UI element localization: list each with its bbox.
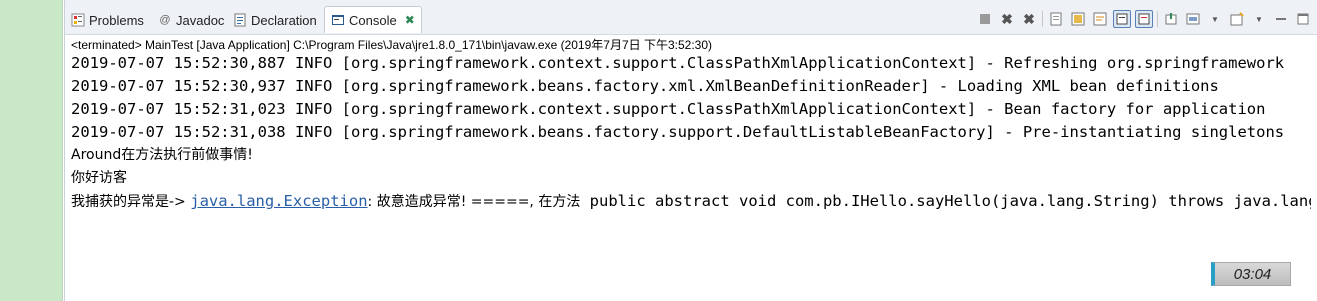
- exception-prefix: 我捕获的异常是->: [71, 194, 191, 210]
- console-output[interactable]: 2019-07-07 15:52:30,887 INFO [org.spring…: [71, 52, 1311, 213]
- console-line: 2019-07-07 15:52:30,887 INFO [org.spring…: [71, 54, 1285, 72]
- scroll-lock-icon[interactable]: [1069, 10, 1087, 28]
- pin-console-icon[interactable]: [1162, 10, 1180, 28]
- display-selected-console-icon[interactable]: [1184, 10, 1202, 28]
- chevron-down-icon[interactable]: ▼: [1206, 10, 1224, 28]
- tab-declaration[interactable]: Declaration: [233, 9, 317, 31]
- word-wrap-icon[interactable]: [1091, 10, 1109, 28]
- tab-problems[interactable]: Problems: [71, 9, 144, 31]
- remove-launch-icon[interactable]: ✖: [998, 10, 1016, 28]
- console-line: Around在方法执行前做事情!: [71, 147, 253, 163]
- view-tab-bar: Problems @ Javadoc Declaration Console ✖…: [65, 0, 1317, 35]
- console-line: 2019-07-07 15:52:31,038 INFO [org.spring…: [71, 123, 1285, 141]
- console-toolbar: ✖ ✖ ▼ ▼: [976, 9, 1312, 29]
- minimize-icon[interactable]: [1272, 10, 1290, 28]
- left-strip: [0, 0, 63, 301]
- tab-javadoc[interactable]: @ Javadoc: [158, 9, 224, 31]
- close-icon[interactable]: ✖: [405, 13, 415, 27]
- console-line: 你好访客: [71, 170, 127, 186]
- process-status-label: <terminated> MainTest [Java Application]…: [71, 38, 712, 52]
- problems-icon: [71, 13, 85, 27]
- show-on-stdout-icon[interactable]: [1113, 10, 1131, 28]
- tab-label: Console: [349, 12, 397, 28]
- tab-label: Javadoc: [176, 12, 225, 28]
- clock-overlay: 03:04: [1211, 262, 1291, 286]
- exception-message: : 故意造成异常! =====, 在方法: [367, 194, 581, 210]
- chevron-down-icon[interactable]: ▼: [1250, 10, 1268, 28]
- declaration-icon: [233, 13, 247, 27]
- tab-label: Declaration: [251, 12, 317, 28]
- exception-link[interactable]: java.lang.Exception: [190, 192, 367, 210]
- clear-console-icon[interactable]: [1047, 10, 1065, 28]
- javadoc-icon: @: [159, 14, 171, 26]
- maximize-icon[interactable]: [1294, 10, 1312, 28]
- tab-console[interactable]: Console ✖: [324, 6, 422, 33]
- show-on-stderr-icon[interactable]: [1135, 10, 1153, 28]
- tab-label: Problems: [89, 12, 144, 28]
- console-icon: [331, 13, 345, 27]
- exception-line: 我捕获的异常是-> java.lang.Exception: 故意造成异常! =…: [71, 190, 1311, 213]
- console-panel: Problems @ Javadoc Declaration Console ✖…: [64, 0, 1317, 301]
- console-line: 2019-07-07 15:52:30,937 INFO [org.spring…: [71, 77, 1219, 95]
- remove-all-terminated-icon[interactable]: ✖: [1020, 10, 1038, 28]
- exception-method: public abstract void com.pb.IHello.sayHe…: [589, 192, 1311, 210]
- console-line: 2019-07-07 15:52:31,023 INFO [org.spring…: [71, 100, 1266, 118]
- open-console-icon[interactable]: [1228, 10, 1246, 28]
- terminate-icon[interactable]: [976, 10, 994, 28]
